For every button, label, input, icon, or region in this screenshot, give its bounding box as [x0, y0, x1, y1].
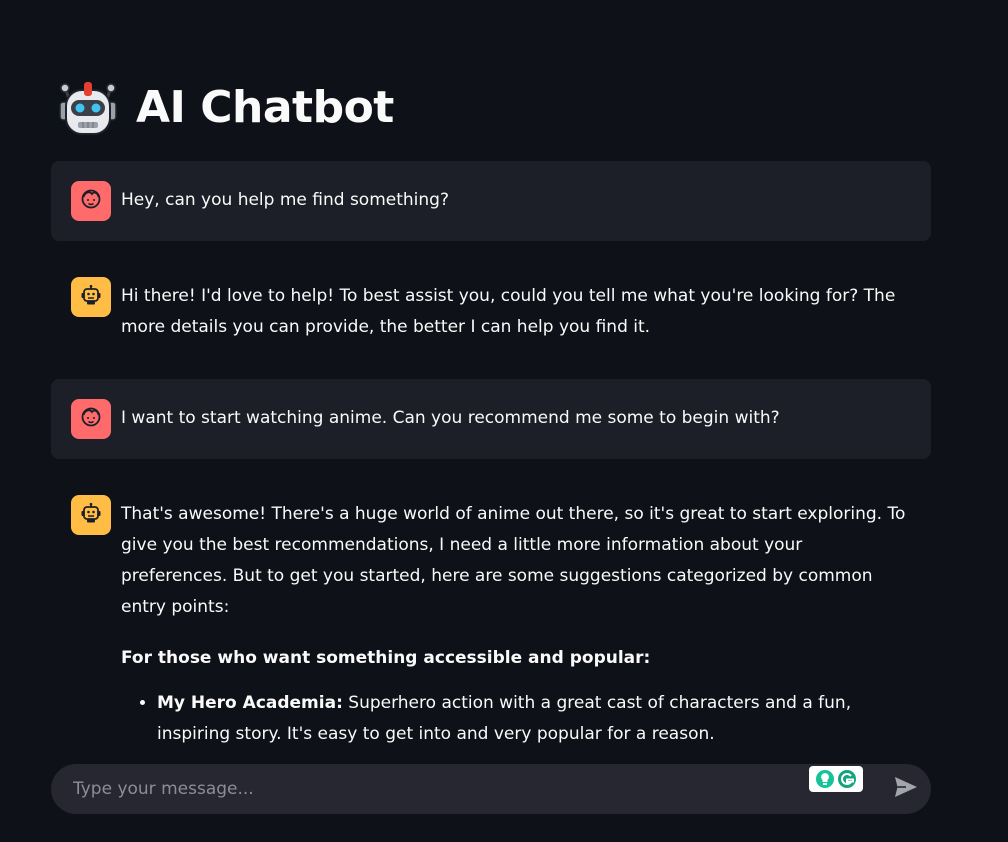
chat-app: AI Chatbot Hey, can you help me find som…	[0, 0, 1008, 842]
message-paragraph: I want to start watching anime. Can you …	[121, 408, 780, 428]
user-avatar	[71, 399, 111, 439]
page-title: AI Chatbot	[136, 82, 394, 133]
list-item: My Hero Academia: Superhero action with …	[157, 688, 913, 750]
section-heading: For those who want something accessible …	[121, 648, 651, 668]
assistant-message: Hi there! I'd love to help! To best assi…	[51, 257, 931, 363]
message-text: I want to start watching anime. Can you …	[121, 399, 780, 434]
bot-face-icon	[80, 284, 102, 310]
user-message: I want to start watching anime. Can you …	[51, 379, 931, 459]
message-text: Hey, can you help me find something?	[121, 181, 449, 216]
user-message: Hey, can you help me find something?	[51, 161, 931, 241]
message-text: That's awesome! There's a huge world of …	[121, 495, 913, 750]
assistant-avatar	[71, 277, 111, 317]
assistant-avatar	[71, 495, 111, 535]
message-paragraph: Hi there! I'd love to help! To best assi…	[121, 286, 896, 337]
user-face-icon	[80, 188, 102, 214]
bot-face-icon	[80, 502, 102, 528]
user-avatar	[71, 181, 111, 221]
chat-input[interactable]	[71, 778, 911, 800]
send-button[interactable]	[893, 777, 919, 801]
message-paragraph: Hey, can you help me find something?	[121, 190, 449, 210]
chat-input-bar	[51, 764, 931, 814]
send-icon	[894, 776, 918, 802]
message-text: Hi there! I'd love to help! To best assi…	[121, 277, 913, 343]
assistant-message: That's awesome! There's a huge world of …	[51, 475, 931, 770]
page-header: AI Chatbot	[56, 76, 394, 140]
item-title: My Hero Academia:	[157, 693, 343, 713]
message-list: Hey, can you help me find something? Hi …	[51, 161, 931, 770]
robot-icon	[56, 76, 120, 140]
user-face-icon	[80, 406, 102, 432]
recommendation-list: My Hero Academia: Superhero action with …	[121, 688, 913, 750]
grammarly-icon[interactable]	[809, 766, 863, 792]
message-paragraph: That's awesome! There's a huge world of …	[121, 504, 906, 617]
